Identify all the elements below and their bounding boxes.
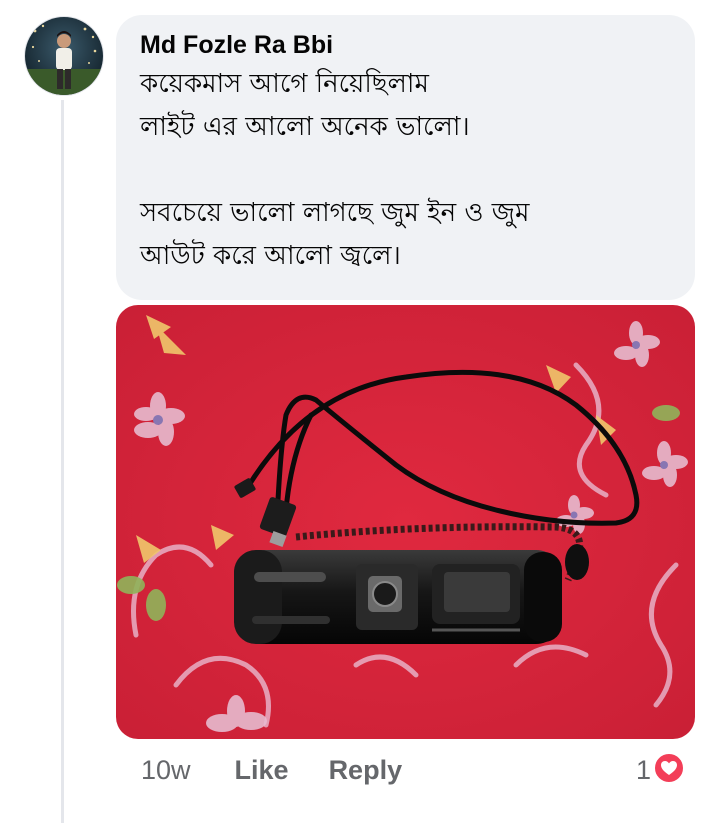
comment-actions: 10w Like Reply	[141, 750, 402, 790]
comment-text-line: আউট করে আলো জ্বলে।	[140, 241, 401, 271]
reaction-count: 1	[636, 754, 652, 785]
reaction-summary[interactable]: 1	[636, 750, 686, 790]
comment-bubble: Md Fozle Ra Bbi কয়েকমাস আগে নিয়েছিলাম …	[116, 15, 695, 300]
comment-text-line: সবচেয়ে ভালো লাগছে জুম ইন ও জুম	[140, 198, 530, 228]
avatar[interactable]	[24, 16, 104, 96]
flashlight	[234, 550, 562, 644]
comment-text-blank-line	[140, 149, 673, 192]
comment-timestamp[interactable]: 10w	[141, 755, 191, 786]
heart-icon	[653, 752, 686, 788]
reply-button[interactable]: Reply	[329, 755, 403, 786]
comment-text-line: কয়েকমাস আগে নিয়েছিলাম	[140, 69, 429, 99]
comment-photo[interactable]	[116, 305, 695, 739]
comment-author[interactable]: Md Fozle Ra Bbi	[140, 29, 673, 61]
comment-text-line: লাইট এর আলো অনেক ভালো।	[140, 112, 470, 142]
thread-line	[61, 100, 64, 823]
like-button[interactable]: Like	[235, 755, 289, 786]
